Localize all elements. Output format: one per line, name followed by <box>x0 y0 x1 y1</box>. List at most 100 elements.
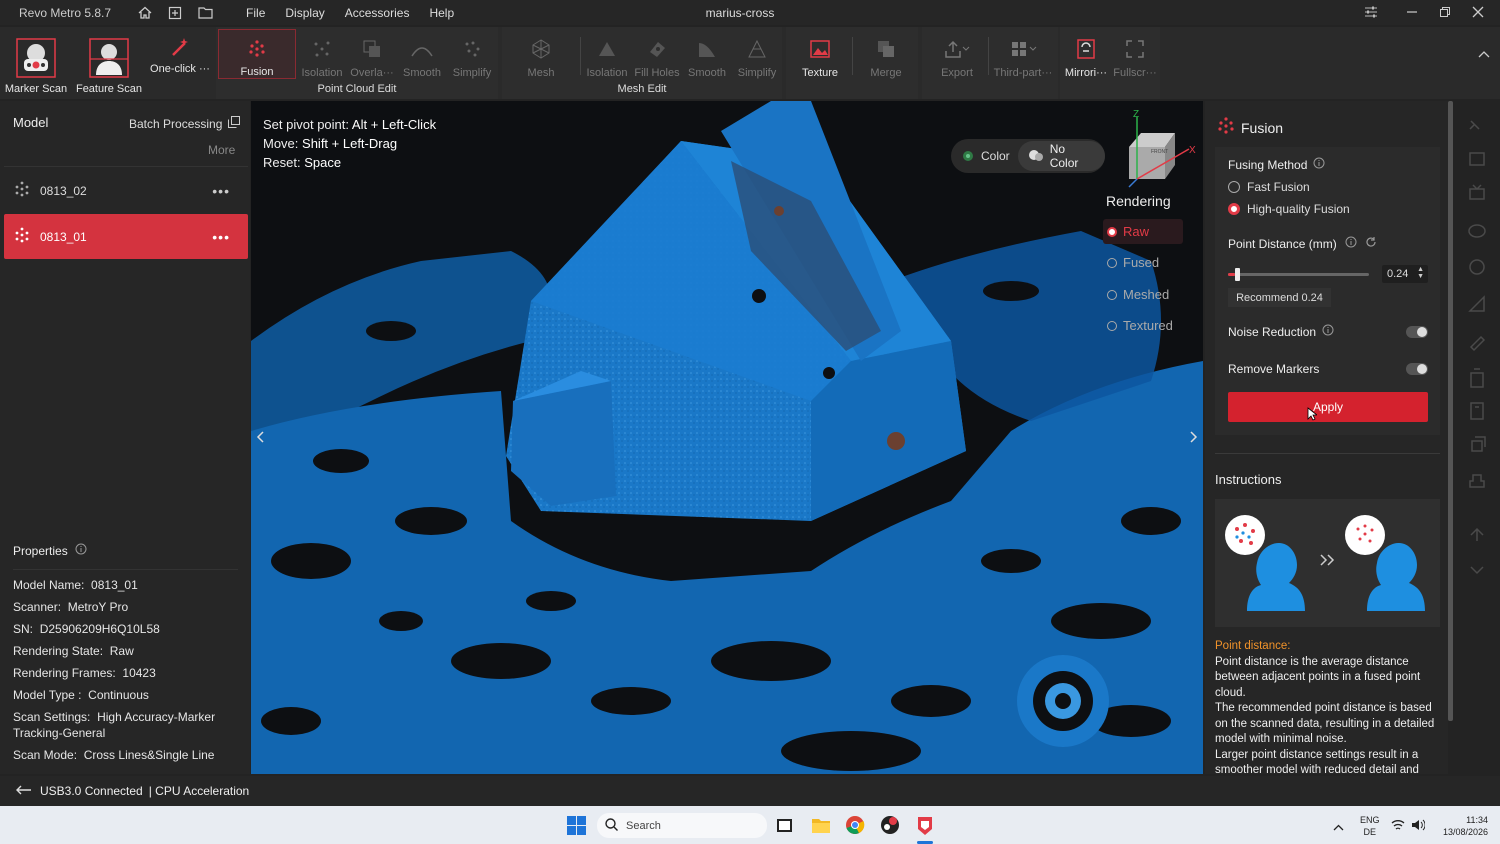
third-party-icon <box>1008 34 1038 64</box>
axis-x-label: X <box>1189 145 1196 156</box>
info-icon[interactable] <box>75 543 87 558</box>
volume-icon[interactable] <box>1411 819 1426 834</box>
point-distance-heading: Point distance: <box>1215 640 1291 652</box>
wifi-icon[interactable] <box>1391 819 1405 834</box>
export-label: Export <box>941 67 973 79</box>
clock[interactable]: 11:34 13/08/2026 <box>1432 814 1488 838</box>
model-item-0813-02[interactable]: 0813_02 ••• <box>4 168 248 213</box>
separator <box>852 37 853 75</box>
magic-wand-icon <box>165 34 195 60</box>
more-options-icon[interactable]: ••• <box>212 183 230 199</box>
no-color-button[interactable]: No Color <box>1017 141 1105 171</box>
high-quality-fusion-option[interactable]: High-quality Fusion <box>1228 202 1350 216</box>
render-mode-label: Raw <box>1123 224 1150 239</box>
one-click-button[interactable]: One-click ··· <box>146 29 214 75</box>
texture-button[interactable]: Texture <box>794 29 846 95</box>
prop-model-type: Model Type : Continuous <box>13 688 149 702</box>
batch-processing-button[interactable]: Batch Processing <box>129 116 241 131</box>
language-code: ENG <box>1360 815 1380 825</box>
marker-scan-button[interactable]: Marker Scan <box>2 29 70 95</box>
restore-icon[interactable] <box>1437 3 1453 21</box>
render-mode-textured[interactable]: Textured <box>1107 318 1173 333</box>
third-party-button[interactable]: Third-part··· <box>992 29 1054 95</box>
no-color-label: No Color <box>1049 142 1079 170</box>
collapse-toolbar-icon[interactable] <box>1478 47 1490 61</box>
merge-icon <box>871 34 901 64</box>
view-cube[interactable]: Z X FRONT <box>1121 109 1197 189</box>
mirror-button[interactable]: Mirrori··· <box>1062 29 1110 95</box>
right-panel-scrollbar[interactable] <box>1448 101 1453 721</box>
collapse-left-icon[interactable] <box>253 423 267 451</box>
3d-viewport[interactable]: Set pivot point: Alt + Left-Click Move: … <box>251 101 1203 774</box>
pc-isolation-label: Isolation <box>301 67 343 79</box>
render-mode-raw[interactable]: Raw <box>1103 219 1183 244</box>
collapse-right-icon[interactable] <box>1187 423 1201 451</box>
app-icon[interactable] <box>880 815 900 838</box>
fast-fusion-option[interactable]: Fast Fusion <box>1228 180 1310 194</box>
feature-scan-button[interactable]: Feature Scan <box>74 29 144 95</box>
reset-icon[interactable] <box>1365 236 1377 251</box>
fullscreen-button[interactable]: Fullscr··· <box>1112 29 1158 95</box>
minimize-icon[interactable] <box>1404 3 1420 21</box>
menu-accessories[interactable]: Accessories <box>345 6 410 20</box>
merge-button[interactable]: Merge <box>860 29 912 95</box>
file-explorer-icon[interactable] <box>811 816 831 837</box>
export-button[interactable]: Export <box>930 29 984 95</box>
hint-pivot: Set pivot point: Alt + Left-Click <box>263 117 437 132</box>
menu-display[interactable]: Display <box>285 6 324 20</box>
new-project-icon[interactable] <box>167 5 183 21</box>
instructions-illustration <box>1215 499 1440 627</box>
model-name: 0813_01 <box>40 229 87 244</box>
open-folder-icon[interactable] <box>197 5 213 21</box>
model-item-0813-01[interactable]: 0813_01 ••• <box>4 214 248 259</box>
overlap-icon <box>357 34 387 64</box>
render-mode-fused[interactable]: Fused <box>1107 255 1159 270</box>
settings-sliders-icon[interactable] <box>1363 3 1379 21</box>
render-mode-meshed[interactable]: Meshed <box>1107 287 1169 302</box>
recommend-badge[interactable]: Recommend 0.24 <box>1228 288 1331 307</box>
app-window: Revo Metro 5.8.7 File Display Accessorie… <box>0 0 1500 806</box>
radio <box>1228 181 1240 193</box>
point-cloud-edit-label: Point Cloud Edit <box>317 83 397 95</box>
point-distance-input[interactable]: 0.24 ▲ ▼ <box>1382 265 1428 283</box>
fill-holes-label: Fill Holes <box>634 67 680 79</box>
clock-time: 11:34 <box>1466 815 1488 825</box>
prop-model-name: Model Name: 0813_01 <box>13 578 138 592</box>
close-icon[interactable] <box>1470 3 1486 21</box>
smooth-icon <box>407 34 437 64</box>
fusion-panel: Fusion Fusing Method Fast Fusion High-qu… <box>1205 101 1448 774</box>
color-drop-icon <box>961 148 975 165</box>
chevron-up-icon[interactable] <box>1333 820 1344 834</box>
fusion-button[interactable]: Fusion <box>218 29 296 79</box>
stepper-icon[interactable]: ▲ ▼ <box>1417 266 1424 280</box>
noise-reduction-toggle[interactable] <box>1406 326 1428 338</box>
language-indicator[interactable]: ENG DE <box>1360 814 1380 838</box>
more-options-icon[interactable]: ••• <box>212 229 230 245</box>
menu-help[interactable]: Help <box>429 6 454 20</box>
mesh-icon <box>526 34 556 64</box>
apply-button[interactable]: Apply <box>1228 392 1428 422</box>
more-button[interactable]: More <box>208 143 235 157</box>
instructions-heading: Instructions <box>1215 472 1282 487</box>
chrome-icon[interactable] <box>845 815 865 838</box>
tool-column <box>1455 101 1500 774</box>
info-icon[interactable] <box>1345 236 1357 251</box>
slider-thumb[interactable] <box>1235 268 1241 281</box>
color-button[interactable]: Color <box>951 141 1018 171</box>
render-mode-label: Meshed <box>1123 287 1170 302</box>
point-distance-value: 0.24 <box>1387 268 1409 280</box>
mirror-icon <box>1071 34 1101 64</box>
task-view-icon[interactable] <box>776 817 793 837</box>
info-icon[interactable] <box>1322 324 1334 339</box>
home-icon[interactable] <box>137 5 153 21</box>
taskbar-search[interactable]: Search <box>597 813 767 838</box>
revo-scan-icon[interactable] <box>915 814 935 839</box>
info-icon[interactable] <box>1313 157 1325 172</box>
menu-file[interactable]: File <box>246 6 265 20</box>
windows-start-icon[interactable] <box>567 816 586 838</box>
remove-markers-toggle[interactable] <box>1406 363 1428 375</box>
marker-scan-label: Marker Scan <box>4 83 68 95</box>
point-distance-slider[interactable] <box>1228 268 1369 281</box>
fusion-icon <box>1215 115 1237 140</box>
status-bar: USB3.0 Connected | CPU Acceleration <box>0 776 1500 806</box>
